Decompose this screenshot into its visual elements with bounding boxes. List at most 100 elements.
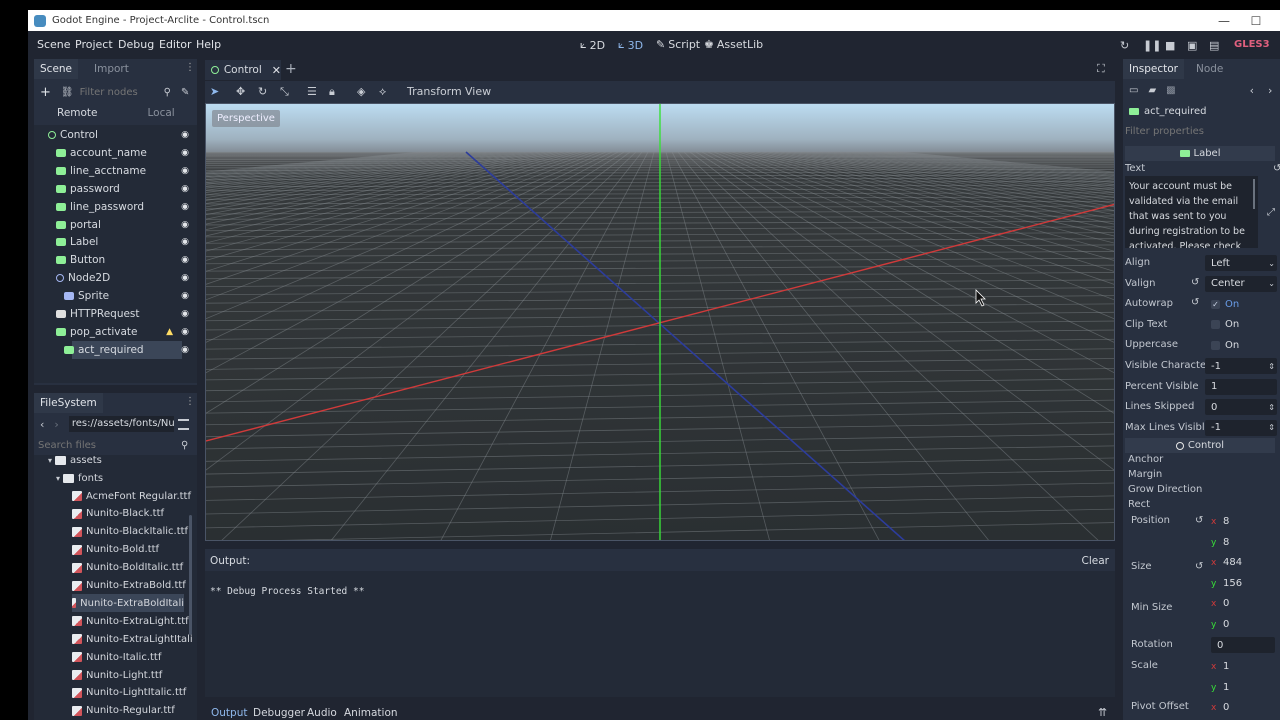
file-row[interactable]: Nunito-BlackItalic.ttf	[72, 523, 188, 541]
scene-tree-node[interactable]: Button ◉	[34, 251, 197, 269]
group-icon[interactable]: ◈	[357, 85, 365, 98]
text-property-field[interactable]: Your account must be validated via the e…	[1125, 176, 1258, 248]
clear-button[interactable]: Clear	[1082, 555, 1109, 567]
open-folder-icon[interactable]: ▰	[1148, 85, 1156, 96]
visibility-eye-icon[interactable]: ◉	[181, 166, 189, 176]
viewport-canvas[interactable]	[206, 104, 1115, 541]
scrollbar[interactable]	[189, 515, 192, 635]
group-rect[interactable]: Rect	[1128, 499, 1150, 510]
rect-x-field[interactable]: 0	[1217, 595, 1275, 611]
scale-x-field[interactable]: 1	[1217, 658, 1275, 674]
tab-scene[interactable]: Scene	[34, 59, 79, 79]
spin-arrows-icon[interactable]: ⇕	[1268, 403, 1275, 412]
revert-icon[interactable]: ↺	[1195, 561, 1203, 572]
split-mode-icon[interactable]	[177, 418, 189, 430]
bottom-tab-output[interactable]: Output	[211, 707, 247, 719]
visibility-eye-icon[interactable]: ◉	[181, 255, 189, 265]
chevron-down-icon[interactable]: ⌄	[1268, 259, 1275, 268]
tab-import[interactable]: Import	[88, 59, 135, 79]
spinbox-field[interactable]: -1 ⇕	[1205, 419, 1277, 436]
scene-tree-node[interactable]: act_required ◉	[34, 340, 197, 359]
visibility-eye-icon[interactable]: ◉	[181, 220, 189, 230]
enum-dropdown[interactable]: Center ⌄	[1205, 275, 1277, 292]
file-row[interactable]: Nunito-ExtraLight.ttf	[72, 612, 189, 630]
filter-properties-input[interactable]	[1125, 123, 1277, 140]
rotate-mode-icon[interactable]: ↻	[258, 85, 267, 98]
bottom-tab-debugger[interactable]: Debugger	[253, 707, 305, 719]
chevron-down-icon[interactable]: ▾	[48, 456, 52, 465]
bottom-tab-animation[interactable]: Animation	[344, 707, 398, 719]
tab-filesystem[interactable]: FileSystem	[34, 393, 103, 413]
add-scene-tab-button[interactable]: +	[285, 61, 297, 77]
pause-icon[interactable]: ❚❚	[1143, 39, 1161, 52]
file-row[interactable]: Nunito-ExtraBoldItali	[72, 594, 184, 613]
local-tree-button[interactable]: Local	[148, 107, 175, 119]
scene-tree-node[interactable]: Node2D ◉	[34, 269, 197, 287]
scale-mode-icon[interactable]: ⤡	[280, 85, 289, 99]
visibility-eye-icon[interactable]: ◉	[181, 237, 189, 247]
maximize-button[interactable]: ☐	[1240, 10, 1272, 31]
spin-arrows-icon[interactable]: ⇕	[1268, 423, 1275, 432]
scene-tree-node[interactable]: line_acctname ◉	[34, 162, 197, 180]
expand-editor-icon[interactable]: ⤢	[1267, 207, 1275, 218]
chevron-down-icon[interactable]: ⌄	[1268, 279, 1275, 288]
tab-inspector[interactable]: Inspector	[1123, 59, 1184, 79]
3d-viewport[interactable]: Perspective	[205, 103, 1115, 541]
path-field[interactable]: res://assets/fonts/Nuni	[68, 416, 174, 432]
play-scene-icon[interactable]: ▣	[1187, 39, 1197, 52]
group-anchor[interactable]: Anchor	[1128, 454, 1163, 465]
checkbox-unchecked-icon[interactable]	[1211, 340, 1220, 350]
file-row[interactable]: Nunito-LightItalic.ttf	[72, 684, 186, 702]
instance-scene-icon[interactable]: ⛓	[61, 87, 74, 98]
attach-script-icon[interactable]: ✎	[181, 87, 189, 98]
file-row[interactable]: Nunito-ExtraLightItali	[72, 630, 193, 648]
visibility-eye-icon[interactable]: ◉	[181, 202, 189, 212]
rect-x-field[interactable]: 8	[1217, 513, 1275, 529]
view-menu[interactable]: View	[465, 85, 491, 98]
visibility-eye-icon[interactable]: ◉	[181, 148, 189, 158]
scene-tree-node[interactable]: line_password ◉	[34, 198, 197, 216]
back-icon[interactable]: ‹	[40, 418, 44, 431]
history-back-icon[interactable]: ‹	[1250, 84, 1254, 97]
file-row[interactable]: Nunito-Regular.ttf	[72, 702, 175, 720]
visibility-eye-icon[interactable]: ◉	[181, 309, 189, 319]
menu-editor[interactable]: Editor	[159, 38, 192, 51]
visibility-eye-icon[interactable]: ◉	[181, 345, 189, 355]
minimize-button[interactable]: —	[1208, 10, 1240, 31]
rect-y-field[interactable]: 0	[1217, 616, 1275, 632]
rect-x-field[interactable]: 484	[1217, 554, 1275, 570]
move-mode-icon[interactable]: ✥	[236, 85, 245, 98]
section-label[interactable]: Label	[1125, 146, 1275, 161]
distraction-free-icon[interactable]: ⛶	[1097, 62, 1105, 76]
history-forward-icon[interactable]: ›	[1268, 84, 1272, 97]
group-margin[interactable]: Margin	[1128, 469, 1162, 480]
visibility-eye-icon[interactable]: ◉	[181, 327, 189, 337]
save-icon[interactable]: ▩	[1166, 85, 1175, 96]
scene-tab-control[interactable]: Control ✕	[205, 60, 281, 80]
transform-menu[interactable]: Transform	[407, 85, 462, 98]
spinbox-field[interactable]: 0 ⇕	[1205, 399, 1277, 416]
workspace-3d-button[interactable]: ⟀ 3D	[618, 38, 643, 52]
scene-tree-node[interactable]: Control ◉	[34, 126, 197, 144]
checkbox-field[interactable]: ✓ On	[1205, 296, 1277, 312]
inspected-node-name[interactable]: act_required	[1144, 106, 1206, 117]
rect-y-field[interactable]: 8	[1217, 534, 1275, 550]
scene-tree-node[interactable]: pop_activate ◉ ▲	[34, 323, 197, 341]
revert-icon[interactable]: ↺	[1273, 163, 1280, 174]
file-row[interactable]: Nunito-Black.ttf	[72, 505, 164, 523]
menu-help[interactable]: Help	[196, 38, 221, 51]
scrollbar[interactable]	[1253, 179, 1255, 209]
scene-tree-node[interactable]: password ◉	[34, 180, 197, 198]
checkbox-field[interactable]: On	[1205, 337, 1277, 353]
stop-icon[interactable]: ■	[1165, 39, 1175, 52]
remote-deploy-icon[interactable]: ↻	[1120, 39, 1129, 52]
workspace-2d-button[interactable]: ⟀ 2D	[580, 38, 605, 52]
file-row[interactable]: Nunito-Italic.ttf	[72, 648, 161, 666]
spin-arrows-icon[interactable]: ⇕	[1268, 362, 1275, 371]
menu-project[interactable]: Project	[75, 38, 113, 51]
add-node-icon[interactable]: +	[40, 85, 51, 100]
visibility-eye-icon[interactable]: ◉	[181, 273, 189, 283]
bottom-tab-audio[interactable]: Audio	[307, 707, 337, 719]
chevron-down-icon[interactable]: ▾	[56, 474, 60, 483]
visibility-eye-icon[interactable]: ◉	[181, 291, 189, 301]
